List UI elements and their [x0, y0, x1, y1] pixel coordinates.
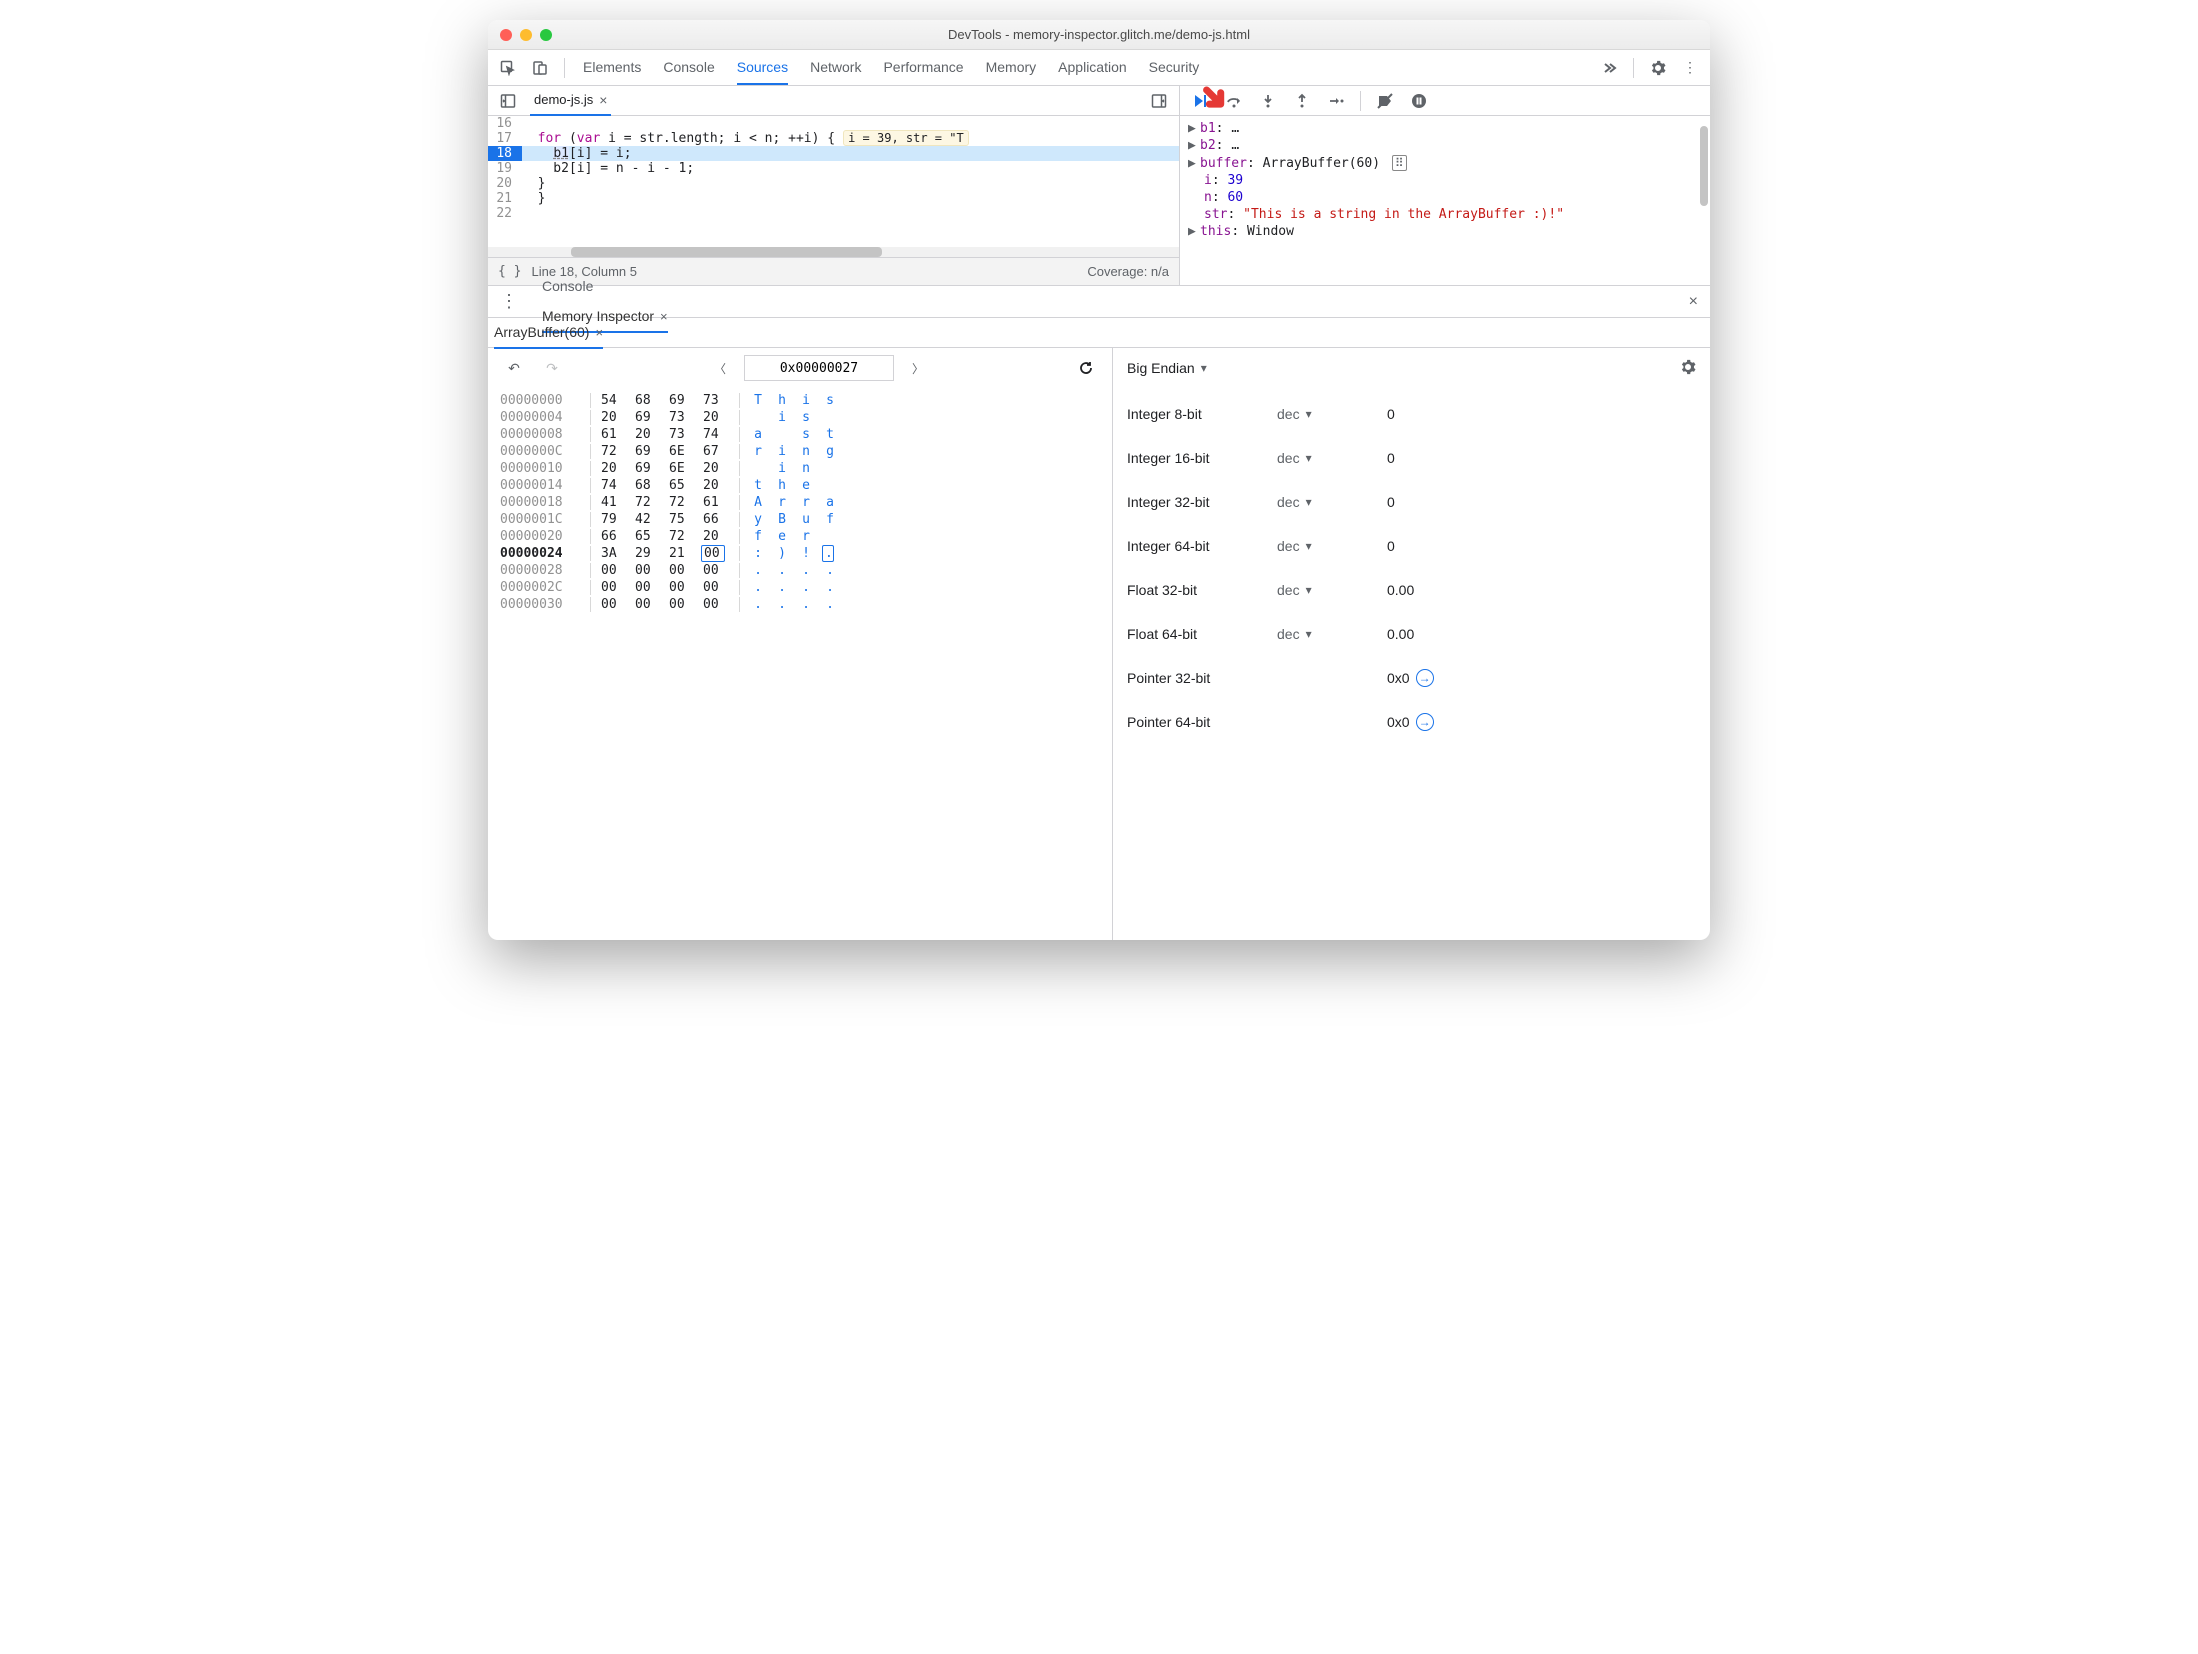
value-mode-select[interactable]: dec ▾: [1277, 538, 1387, 554]
hex-toolbar: ↶ ↷ 〈 〉: [488, 348, 1112, 388]
debugger-toolbar: [1180, 86, 1710, 116]
drawer-close-icon[interactable]: ×: [1689, 293, 1698, 311]
navigator-toggle-icon[interactable]: [494, 87, 522, 115]
step-into-icon[interactable]: [1254, 87, 1282, 115]
value-settings-icon[interactable]: [1680, 359, 1696, 378]
value-mode-select[interactable]: dec ▾: [1277, 494, 1387, 510]
tab-performance[interactable]: Performance: [883, 51, 963, 84]
drawer-tabs: ⋮ ConsoleMemory Inspector× ×: [488, 286, 1710, 318]
value-row: Integer 16-bitdec ▾0: [1127, 436, 1696, 480]
reveal-in-memory-icon[interactable]: ⠿: [1392, 155, 1407, 171]
settings-icon[interactable]: [1644, 54, 1672, 82]
pause-exceptions-icon[interactable]: [1405, 87, 1433, 115]
prev-page-icon[interactable]: 〈: [706, 354, 734, 382]
subtab-label: ArrayBuffer(60): [494, 324, 589, 340]
memory-inspector-subtab[interactable]: ArrayBuffer(60) ×: [494, 317, 603, 349]
scope-b2-value: …: [1231, 138, 1239, 153]
drawer-tab-console[interactable]: Console: [542, 271, 668, 301]
pretty-print-icon[interactable]: { }: [498, 264, 521, 279]
next-page-icon[interactable]: 〉: [904, 354, 932, 382]
jump-to-address-icon[interactable]: →: [1416, 713, 1434, 731]
endian-label: Big Endian: [1127, 360, 1195, 376]
tab-sources[interactable]: Sources: [737, 51, 788, 85]
tab-console[interactable]: Console: [663, 51, 714, 84]
overflow-icon[interactable]: [1595, 54, 1623, 82]
value-mode-select[interactable]: dec ▾: [1277, 406, 1387, 422]
tab-network[interactable]: Network: [810, 51, 861, 84]
scope-n-value: 60: [1227, 190, 1243, 205]
step-out-icon[interactable]: [1288, 87, 1316, 115]
scope-b1-value: …: [1231, 121, 1239, 136]
value-mode-select[interactable]: dec ▾: [1277, 582, 1387, 598]
editor-tab[interactable]: demo-js.js ×: [530, 86, 611, 116]
horizontal-scrollbar[interactable]: [488, 247, 1179, 257]
tab-elements[interactable]: Elements: [583, 51, 641, 84]
undo-icon[interactable]: ↶: [500, 354, 528, 382]
tab-memory[interactable]: Memory: [986, 51, 1037, 84]
window-title: DevTools - memory-inspector.glitch.me/de…: [488, 27, 1710, 42]
value-row: Integer 8-bitdec ▾0: [1127, 392, 1696, 436]
value-row: Pointer 32-bit0x0→: [1127, 656, 1696, 700]
drawer-more-icon[interactable]: ⋮: [494, 291, 524, 312]
scope-i-value: 39: [1227, 173, 1243, 188]
hex-viewer[interactable]: 0000000054686973This0000000420697320 is …: [488, 388, 1112, 940]
value-mode-select[interactable]: dec ▾: [1277, 450, 1387, 466]
value-interpreter: Integer 8-bitdec ▾0Integer 16-bitdec ▾0I…: [1113, 388, 1710, 940]
coverage-status: Coverage: n/a: [1087, 264, 1169, 279]
value-row: Integer 64-bitdec ▾0: [1127, 524, 1696, 568]
scope-str-value: "This is a string in the ArrayBuffer :)!…: [1243, 207, 1564, 222]
inspect-icon[interactable]: [494, 54, 522, 82]
tab-security[interactable]: Security: [1149, 51, 1200, 84]
main-toolbar: Elements Console Sources Network Performance…: [488, 50, 1710, 86]
close-subtab-icon[interactable]: ×: [595, 325, 603, 340]
step-icon[interactable]: [1322, 87, 1350, 115]
deactivate-breakpoints-icon[interactable]: [1371, 87, 1399, 115]
titlebar: DevTools - memory-inspector.glitch.me/de…: [488, 20, 1710, 50]
value-row: Pointer 64-bit0x0→: [1127, 700, 1696, 744]
more-icon[interactable]: ⋮: [1676, 54, 1704, 82]
scope-variables[interactable]: ▶b1: … ▶b2: … ▶buffer: ArrayBuffer(60) ⠿…: [1180, 116, 1710, 285]
scope-buffer-value: ArrayBuffer(60): [1263, 156, 1380, 171]
value-row: Float 64-bitdec ▾0.00: [1127, 612, 1696, 656]
code-editor[interactable]: 16 17 for (var i = str.length; i < n; ++…: [488, 116, 1179, 247]
refresh-icon[interactable]: [1072, 354, 1100, 382]
redo-icon[interactable]: ↷: [538, 354, 566, 382]
vertical-scrollbar[interactable]: [1698, 116, 1710, 285]
editor-tabs: demo-js.js ×: [488, 86, 1179, 116]
editor-tab-label: demo-js.js: [534, 92, 593, 107]
value-mode-select[interactable]: dec ▾: [1277, 626, 1387, 642]
jump-to-address-icon[interactable]: →: [1416, 669, 1434, 687]
debugger-toggle-icon[interactable]: [1145, 87, 1173, 115]
device-toggle-icon[interactable]: [526, 54, 554, 82]
address-input[interactable]: [744, 355, 894, 381]
scope-this-value: Window: [1247, 224, 1294, 239]
close-tab-icon[interactable]: ×: [599, 92, 607, 108]
value-toolbar: Big Endian ▾: [1113, 348, 1710, 388]
value-row: Float 32-bitdec ▾0.00: [1127, 568, 1696, 612]
tab-application[interactable]: Application: [1058, 51, 1127, 84]
value-row: Integer 32-bitdec ▾0: [1127, 480, 1696, 524]
endian-select[interactable]: Big Endian ▾: [1127, 360, 1207, 376]
